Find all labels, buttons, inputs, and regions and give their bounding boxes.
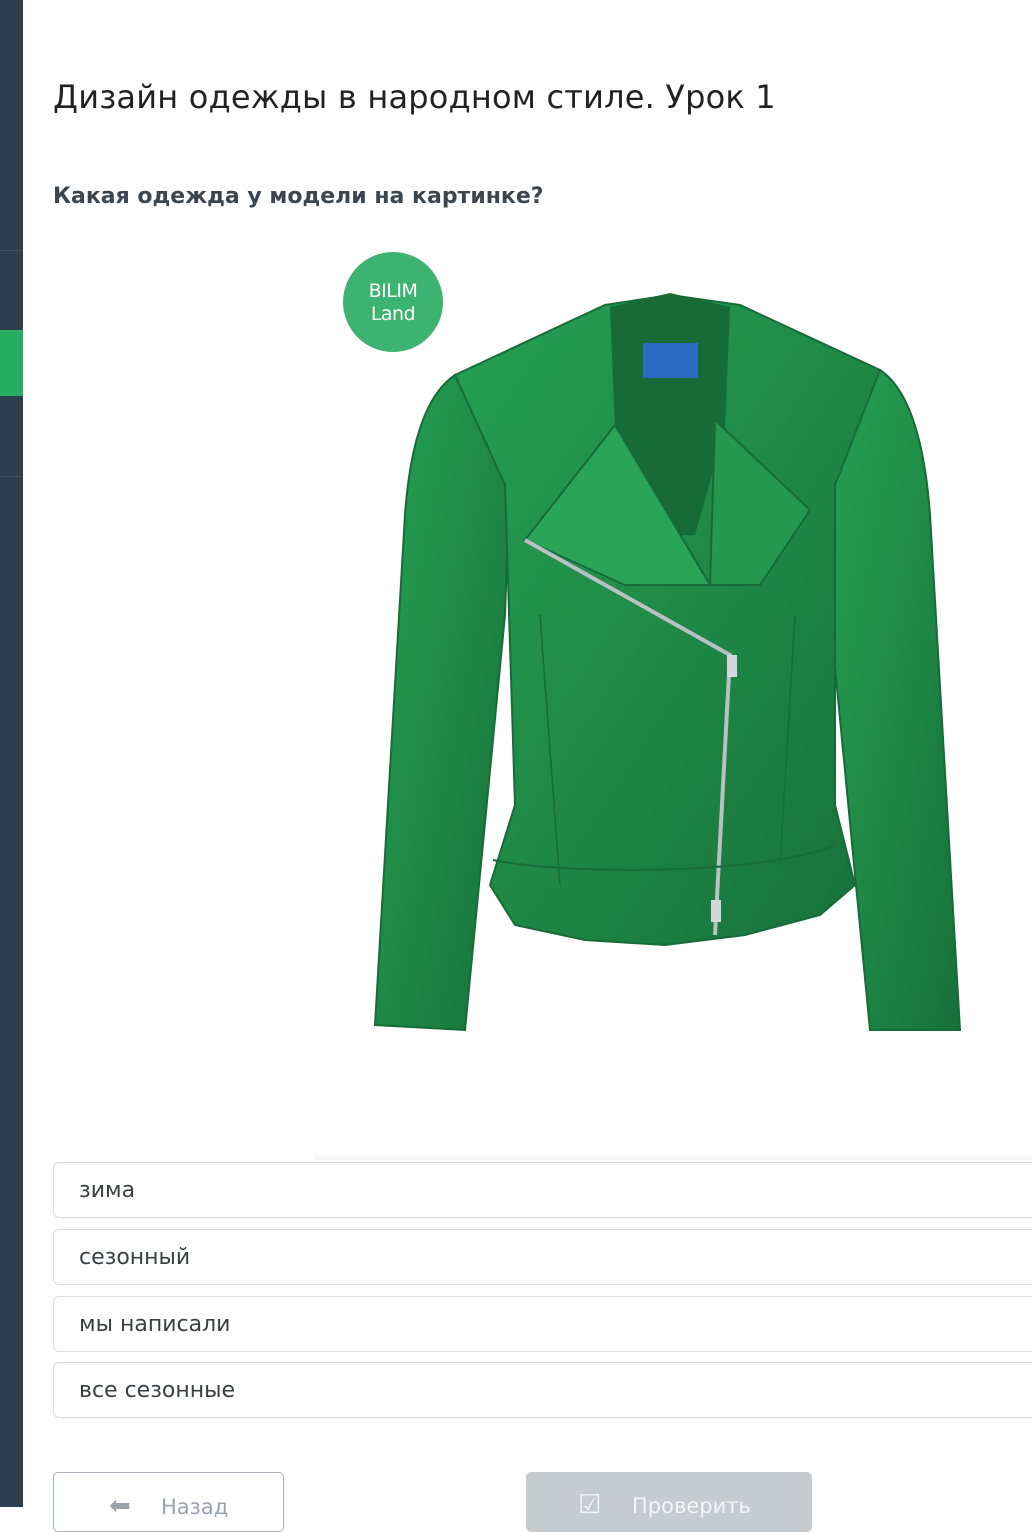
image-bottom-shadow	[315, 1154, 1032, 1160]
answer-option-4[interactable]: все сезонные	[53, 1362, 1032, 1418]
sidebar-active-item[interactable]	[0, 330, 23, 396]
question-image: BILIM Land	[315, 240, 1032, 1160]
answer-option-1[interactable]: зима	[53, 1162, 1032, 1218]
jacket-illustration	[373, 293, 962, 1032]
back-button-label: Назад	[161, 1495, 229, 1519]
answer-option-2[interactable]: сезонный	[53, 1229, 1032, 1285]
sidebar	[0, 0, 23, 1507]
lesson-title: Дизайн одежды в народном стиле. Урок 1	[53, 78, 776, 116]
sidebar-divider	[0, 476, 23, 477]
arrow-left-icon: ⬅	[109, 1491, 131, 1521]
sidebar-divider	[0, 250, 23, 251]
checkbox-icon: ☑	[578, 1490, 602, 1520]
check-button-label: Проверить	[632, 1494, 751, 1518]
question-text: Какая одежда у модели на картинке?	[53, 184, 544, 209]
check-button[interactable]: ☑ Проверить	[526, 1472, 812, 1532]
jacket-label	[643, 343, 698, 378]
answer-option-3[interactable]: мы написали	[53, 1296, 1032, 1352]
back-button[interactable]: ⬅ Назад	[53, 1472, 284, 1532]
